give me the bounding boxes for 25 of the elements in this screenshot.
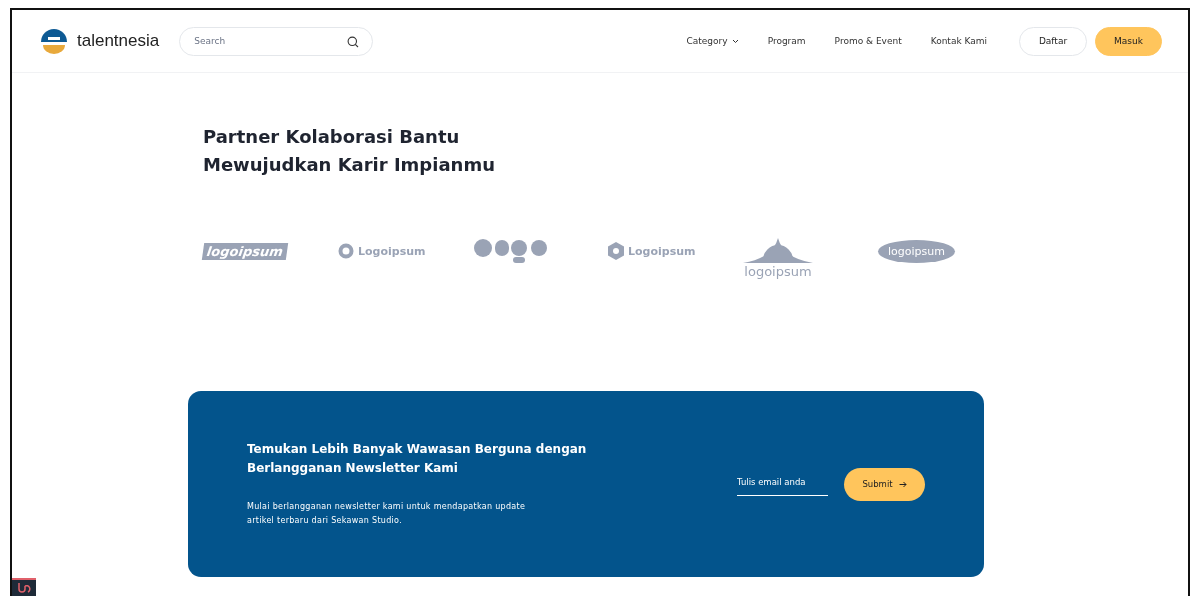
nav-link[interactable]: Promo & Event [834, 36, 902, 46]
section-title: Partner Kolaborasi Bantu Mewujudkan Karir Impianmu [203, 125, 496, 177]
partner-logo: logoipsum [878, 239, 955, 263]
search-field[interactable]: Search [179, 26, 374, 56]
submit-button[interactable]: Submit [844, 467, 925, 501]
nav-link[interactable]: Program [767, 36, 806, 46]
email-field[interactable]: Tulis email anda [737, 472, 828, 496]
login-button[interactable]: Masuk [1095, 26, 1162, 56]
search-icon [347, 35, 360, 48]
nav-link[interactable]: Category [686, 36, 739, 46]
chevron-down-icon [731, 38, 739, 44]
brand-name: talentnesia [77, 31, 160, 51]
partner-logo: logoipsum [743, 229, 813, 279]
brand-logo-icon [40, 27, 68, 55]
ring-icon [338, 243, 354, 259]
arrow-right-icon [898, 480, 907, 488]
register-button[interactable]: Daftar [1019, 26, 1087, 56]
newsletter-description: Mulai berlangganan newsletter kami untuk mendapatkan update artikel terbaru dari Sekawan Studio. [247, 501, 527, 527]
nav-link[interactable]: Kontak Kami [930, 36, 987, 46]
partner-logo: Logoipsum [338, 243, 426, 259]
hexagon-icon [608, 242, 624, 260]
app-badge-icon [12, 578, 36, 596]
newsletter-title: Temukan Lebih Banyak Wawasan Berguna dengan Berlangganan Newsletter Kami [247, 441, 587, 477]
logo-wordmark: logoipsum [201, 242, 289, 260]
partner-logo: Logoipsum [608, 242, 696, 260]
